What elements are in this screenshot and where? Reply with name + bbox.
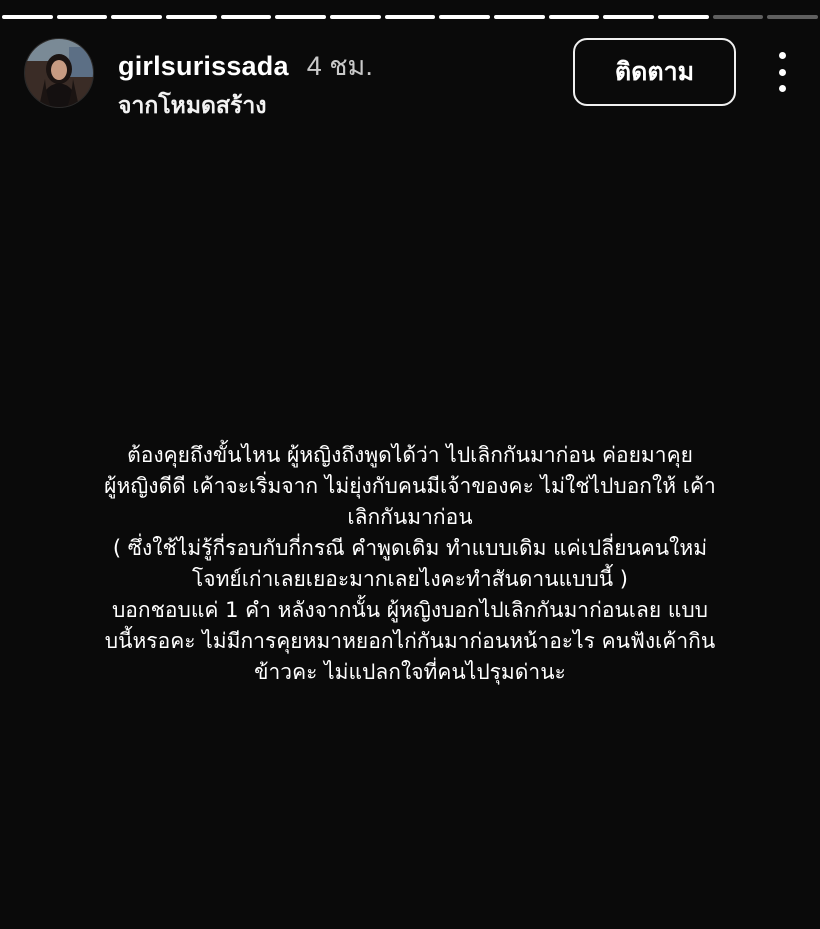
progress-segment bbox=[439, 15, 491, 19]
progress-segment bbox=[111, 15, 163, 19]
follow-button[interactable]: ติดตาม bbox=[573, 38, 736, 106]
story-text-line: ผู้หญิงดีดี เค้าจะเริ่มจาก ไม่ยุ่งกับคนม… bbox=[104, 474, 716, 498]
story-text-line: โจทย์เก่าเลยเยอะมากเลยไงคะทำสันดานแบบนี้… bbox=[192, 567, 628, 591]
story-header: girlsurissada 4 ชม. จากโหมดสร้าง ติดตาม bbox=[24, 38, 800, 118]
progress-segment bbox=[603, 15, 655, 19]
progress-segment bbox=[166, 15, 217, 19]
avatar-image bbox=[25, 39, 93, 107]
story-text: ต้องคุยถึงขั้นไหน ผู้หญิงถึงพูดได้ว่า ไป… bbox=[40, 440, 780, 688]
avatar[interactable] bbox=[24, 38, 94, 108]
story-text-line: บนี้หรอคะ ไม่มีการคุยหมาหยอกไก่กันมาก่อน… bbox=[104, 629, 716, 653]
post-time: 4 ชม. bbox=[306, 51, 373, 81]
progress-segment bbox=[658, 15, 709, 19]
story-subtitle[interactable]: จากโหมดสร้าง bbox=[118, 88, 266, 124]
story-viewer[interactable]: girlsurissada 4 ชม. จากโหมดสร้าง ติดตาม … bbox=[0, 0, 820, 929]
progress-segment bbox=[548, 15, 600, 19]
story-text-line: ข้าวคะ ไม่แปลกใจที่คนไปรุมด่านะ bbox=[254, 660, 566, 684]
story-text-line: เลิกกันมาก่อน bbox=[347, 505, 473, 529]
user-line: girlsurissada 4 ชม. bbox=[118, 44, 373, 87]
username[interactable]: girlsurissada bbox=[118, 51, 289, 82]
more-dot bbox=[778, 85, 786, 92]
more-vertical-icon[interactable] bbox=[770, 52, 794, 92]
progress-segment bbox=[330, 15, 381, 19]
story-text-line: บอกชอบแค่ 1 คำ หลังจากนั้น ผู้หญิงบอกไปเ… bbox=[111, 598, 709, 622]
progress-segment bbox=[767, 15, 819, 19]
progress-segment bbox=[275, 15, 327, 19]
more-dot bbox=[778, 68, 786, 76]
progress-segment bbox=[56, 15, 108, 19]
progress-segment bbox=[494, 15, 545, 19]
progress-segment bbox=[220, 15, 272, 19]
story-text-line: ( ซึ่งใช้ไม่รู้กี่รอบกับกี่กรณี คำพูดเดิ… bbox=[112, 536, 708, 560]
progress-segment bbox=[712, 15, 764, 19]
progress-segment bbox=[2, 15, 53, 19]
more-dot bbox=[778, 52, 786, 59]
story-text-line: ต้องคุยถึงขั้นไหน ผู้หญิงถึงพูดได้ว่า ไป… bbox=[127, 443, 693, 467]
progress-segment bbox=[384, 15, 436, 19]
story-progress-bar bbox=[2, 15, 819, 19]
